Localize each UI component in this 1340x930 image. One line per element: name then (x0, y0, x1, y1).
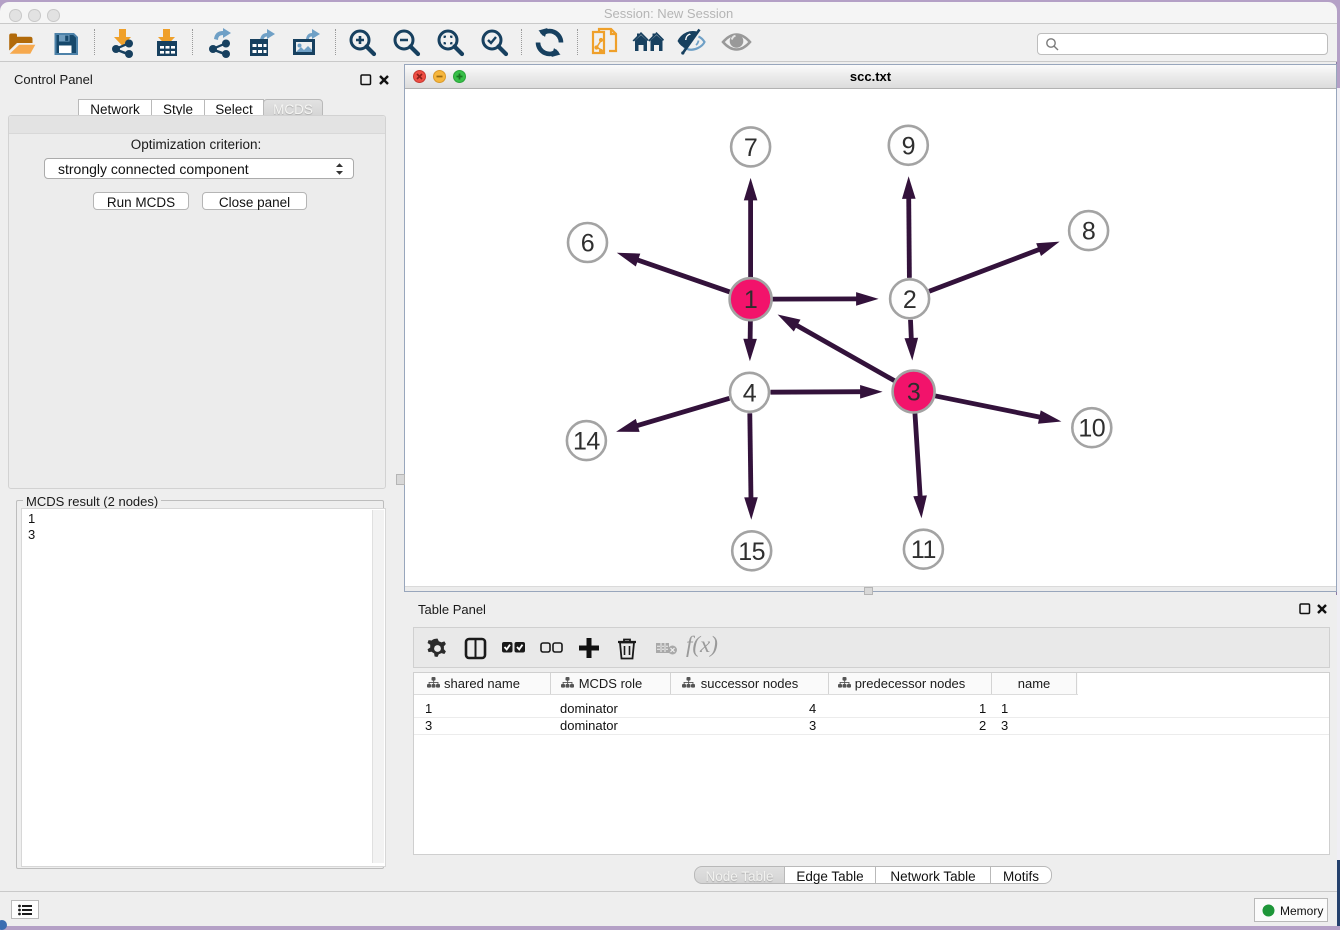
svg-text:15: 15 (738, 538, 765, 566)
svg-text:14: 14 (573, 428, 600, 456)
svg-text:2: 2 (903, 286, 916, 314)
svg-text:9: 9 (902, 132, 915, 160)
svg-text:3: 3 (907, 379, 920, 407)
svg-text:4: 4 (743, 379, 757, 407)
svg-text:6: 6 (581, 230, 594, 258)
svg-text:1: 1 (744, 286, 757, 314)
svg-text:10: 10 (1078, 415, 1105, 443)
svg-text:8: 8 (1082, 218, 1095, 246)
svg-text:11: 11 (911, 536, 936, 564)
svg-text:7: 7 (744, 134, 757, 162)
